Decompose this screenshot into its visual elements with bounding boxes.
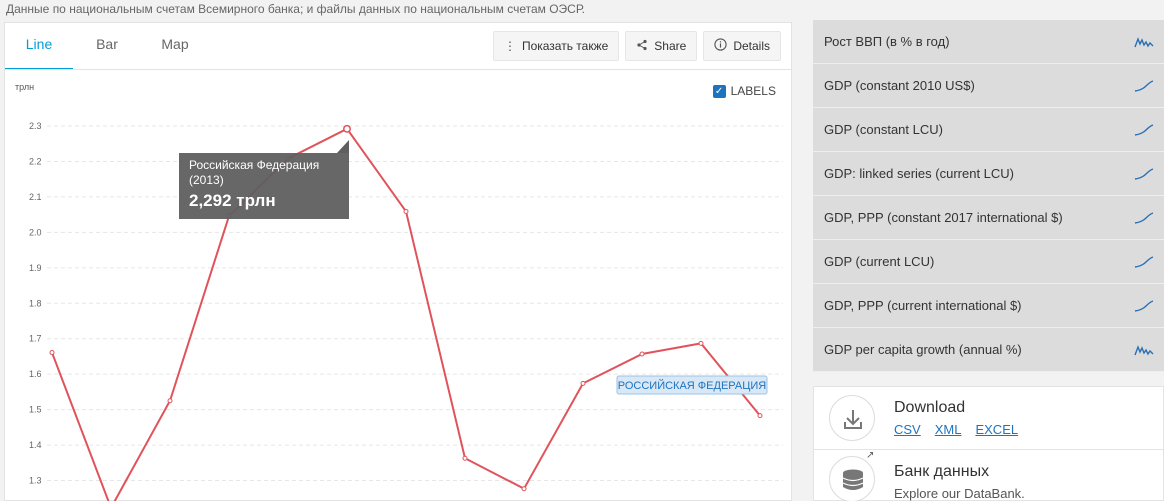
data-point bbox=[343, 124, 351, 133]
data-point bbox=[521, 486, 527, 492]
download-xml-link[interactable]: XML bbox=[935, 422, 962, 437]
tab-line[interactable]: Line bbox=[5, 23, 73, 70]
tooltip-pointer bbox=[337, 140, 349, 153]
line-sparkline-icon bbox=[1134, 79, 1154, 92]
data-point bbox=[462, 455, 468, 461]
indicator-item[interactable]: GDP: linked series (current LCU) bbox=[813, 152, 1164, 196]
source-note: Данные по национальным счетам Всемирного… bbox=[6, 2, 585, 16]
tooltip-country: Российская Федерация bbox=[189, 158, 319, 172]
download-excel-link[interactable]: EXCEL bbox=[975, 422, 1018, 437]
tooltip-year: (2013) bbox=[189, 173, 224, 187]
y-tick-label: 1.7 bbox=[29, 334, 42, 344]
indicator-item[interactable]: GDP, PPP (current international $) bbox=[813, 284, 1164, 328]
indicator-item[interactable]: GDP (constant 2010 US$) bbox=[813, 64, 1164, 108]
indicator-label: GDP, PPP (constant 2017 international $) bbox=[824, 210, 1063, 225]
download-icon[interactable] bbox=[829, 395, 875, 441]
download-links: CSV XML EXCEL bbox=[894, 422, 1018, 437]
info-icon bbox=[714, 38, 727, 54]
chart-actions: ⋮ Показать также Share Details bbox=[492, 31, 781, 61]
bar-sparkline-icon bbox=[1134, 344, 1154, 355]
indicator-label: GDP (current LCU) bbox=[824, 254, 935, 269]
data-point bbox=[167, 398, 173, 404]
show-also-button[interactable]: ⋮ Показать также bbox=[492, 31, 620, 61]
y-tick-label: 1.8 bbox=[29, 298, 42, 308]
indicator-item[interactable]: GDP, PPP (constant 2017 international $) bbox=[813, 196, 1164, 240]
data-point bbox=[580, 380, 586, 386]
more-vertical-icon: ⋮ bbox=[503, 39, 516, 53]
indicator-item[interactable]: Рост ВВП (в % в год) bbox=[813, 20, 1164, 64]
y-tick-label: 1.9 bbox=[29, 263, 42, 273]
bar-sparkline-icon bbox=[1134, 36, 1154, 47]
y-tick-label: 2.2 bbox=[29, 156, 42, 166]
data-point bbox=[403, 208, 409, 214]
line-sparkline-icon bbox=[1134, 211, 1154, 224]
tooltip-value: 2,292 трлн bbox=[189, 191, 276, 210]
indicator-list: Рост ВВП (в % в год) GDP (constant 2010 U… bbox=[813, 20, 1164, 372]
share-label: Share bbox=[654, 39, 687, 53]
download-csv-link[interactable]: CSV bbox=[894, 422, 921, 437]
chart-tabs: Line Bar Map bbox=[5, 23, 209, 70]
tab-bar[interactable]: Bar bbox=[73, 23, 141, 70]
details-label: Details bbox=[733, 39, 770, 53]
data-point bbox=[757, 413, 763, 419]
download-title: Download bbox=[894, 399, 966, 416]
tab-map[interactable]: Map bbox=[141, 23, 209, 70]
data-point bbox=[49, 350, 55, 356]
indicator-item[interactable]: GDP per capita growth (annual %) bbox=[813, 328, 1164, 372]
data-point bbox=[639, 351, 645, 357]
indicator-label: GDP (constant 2010 US$) bbox=[824, 78, 975, 93]
chart-card: Line Bar Map ⋮ Показать также Share Deta… bbox=[4, 22, 792, 501]
share-icon bbox=[636, 39, 648, 54]
indicator-label: GDP per capita growth (annual %) bbox=[824, 342, 1022, 357]
y-tick-label: 2.1 bbox=[29, 192, 42, 202]
line-sparkline-icon bbox=[1134, 299, 1154, 312]
y-tick-label: 1.6 bbox=[29, 369, 42, 379]
y-tick-label: 1.3 bbox=[29, 476, 42, 486]
indicator-item[interactable]: GDP (current LCU) bbox=[813, 240, 1164, 284]
download-row: Download CSV XML EXCEL bbox=[814, 387, 1163, 447]
line-sparkline-icon bbox=[1134, 123, 1154, 136]
details-button[interactable]: Details bbox=[703, 31, 781, 61]
download-card: Download CSV XML EXCEL ↗ Банк данных Exp… bbox=[813, 386, 1164, 501]
line-sparkline-icon bbox=[1134, 167, 1154, 180]
data-point bbox=[698, 340, 704, 346]
indicator-label: GDP, PPP (current international $) bbox=[824, 298, 1022, 313]
line-sparkline-icon bbox=[1134, 255, 1154, 268]
y-tick-label: 2.0 bbox=[29, 227, 42, 237]
y-tick-label: 2.3 bbox=[29, 121, 42, 131]
share-button[interactable]: Share bbox=[625, 31, 698, 61]
indicator-label: Рост ВВП (в % в год) bbox=[824, 34, 950, 49]
series-label: РОССИЙСКАЯ ФЕДЕРАЦИЯ bbox=[618, 379, 767, 392]
external-link-icon: ↗ bbox=[866, 450, 875, 461]
databank-row[interactable]: ↗ Банк данных Explore our DataBank. bbox=[814, 450, 1163, 501]
indicator-label: GDP: linked series (current LCU) bbox=[824, 166, 1014, 181]
databank-title: Банк данных bbox=[894, 463, 990, 480]
indicator-item[interactable]: GDP (constant LCU) bbox=[813, 108, 1164, 152]
line-chart: трлн1.21.31.41.51.61.71.81.92.02.12.22.3… bbox=[15, 82, 783, 501]
y-tick-label: 1.4 bbox=[29, 440, 42, 450]
indicator-label: GDP (constant LCU) bbox=[824, 122, 943, 137]
databank-subtitle: Explore our DataBank. bbox=[894, 486, 1025, 501]
y-axis-label: трлн bbox=[15, 82, 34, 92]
y-tick-label: 1.5 bbox=[29, 405, 42, 415]
show-also-label: Показать также bbox=[521, 39, 609, 53]
database-icon[interactable] bbox=[829, 456, 875, 501]
